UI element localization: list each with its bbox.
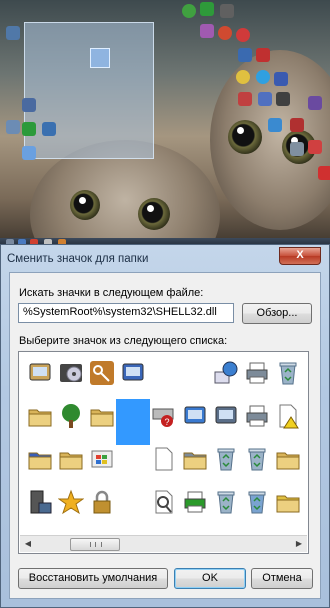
scroll-left-icon[interactable]: ◀ <box>20 536 36 552</box>
printer-icon[interactable] <box>240 356 274 390</box>
desktop-shortcut-icon[interactable] <box>256 48 270 62</box>
star-icon[interactable] <box>54 485 88 519</box>
dialog-client-area: Искать значки в следующем файле: %System… <box>9 272 321 599</box>
selection-handle <box>90 48 110 68</box>
key-icon[interactable] <box>85 356 119 390</box>
desktop-shortcut-icon[interactable] <box>22 98 36 112</box>
folder-arrow-icon[interactable] <box>85 399 119 433</box>
folder-warning-icon[interactable] <box>271 442 305 476</box>
window-list-icon[interactable] <box>23 356 57 390</box>
desktop-shortcut-icon[interactable] <box>258 92 272 106</box>
desktop-shortcut-icon[interactable] <box>238 48 252 62</box>
recycle-bin-full-icon[interactable] <box>209 442 243 476</box>
screen-settings-icon[interactable] <box>178 399 212 433</box>
desktop-shortcut-icon[interactable] <box>290 118 304 132</box>
cat-eye <box>138 198 170 230</box>
recycle-bin-small-icon[interactable] <box>209 485 243 519</box>
printer-add-icon[interactable] <box>178 485 212 519</box>
change-folder-icon-dialog: Сменить значок для папки X Искать значки… <box>0 244 330 608</box>
desktop-shortcut-icon[interactable] <box>308 96 322 110</box>
copy-documents-icon[interactable] <box>147 442 181 476</box>
desktop-shortcut-icon[interactable] <box>200 24 214 38</box>
blank-icon[interactable] <box>178 356 212 390</box>
desktop-shortcut-icon[interactable] <box>236 70 250 84</box>
scroll-right-icon[interactable]: ▶ <box>291 536 307 552</box>
horizontal-scrollbar[interactable]: ◀ ▶ <box>20 535 307 552</box>
dvd-drive-icon[interactable] <box>54 356 88 390</box>
notepad-folder-icon[interactable] <box>271 485 305 519</box>
close-icon: X <box>296 249 304 261</box>
drive-error-icon[interactable]: ? <box>147 399 181 433</box>
desktop-shortcut-icon[interactable] <box>218 26 232 40</box>
printer-folder-icon[interactable] <box>178 442 212 476</box>
desktop-shortcut-icon[interactable] <box>274 72 288 86</box>
cat-eye <box>70 190 100 220</box>
list-label: Выберите значок из следующего списка: <box>19 335 228 347</box>
server-icon[interactable] <box>23 485 57 519</box>
close-button[interactable]: X <box>279 247 321 265</box>
desktop-shortcut-icon[interactable] <box>290 142 304 156</box>
folder-monitor-icon[interactable] <box>54 442 88 476</box>
ok-button[interactable]: OK <box>174 568 246 589</box>
scroll-thumb[interactable] <box>70 538 120 551</box>
desktop-shortcut-icon[interactable] <box>236 28 250 42</box>
blank-icon[interactable] <box>116 485 150 519</box>
recycle-bin-icon[interactable] <box>271 356 305 390</box>
desktop-shortcut-icon[interactable] <box>200 2 214 16</box>
icon-list[interactable]: ? ◀ ▶ <box>18 351 309 554</box>
dialog-title: Сменить значок для папки <box>7 253 149 265</box>
printer-ok-icon[interactable] <box>240 399 274 433</box>
desktop-shortcut-icon[interactable] <box>42 122 56 136</box>
fax-icon[interactable] <box>209 399 243 433</box>
cat-eye <box>228 120 262 154</box>
cancel-button[interactable]: Отмена <box>251 568 313 589</box>
restore-defaults-button[interactable]: Восстановить умолчания <box>18 568 168 589</box>
desktop-shortcut-icon[interactable] <box>268 118 282 132</box>
recycle-bin-empty-icon[interactable] <box>240 442 274 476</box>
browse-button[interactable]: Обзор... <box>242 303 312 324</box>
network-globe-icon[interactable] <box>209 356 243 390</box>
desktop-shortcut-icon[interactable] <box>308 140 322 154</box>
document-warning-icon[interactable] <box>271 399 305 433</box>
desktop-shortcut-icon[interactable] <box>220 4 234 18</box>
desktop-shortcut-icon[interactable] <box>182 4 196 18</box>
blank-icon[interactable] <box>147 356 181 390</box>
desktop-shortcut-icon[interactable] <box>6 120 20 134</box>
folder-drive-icon[interactable] <box>23 399 57 433</box>
windows-update-icon[interactable] <box>85 442 119 476</box>
blank-icon[interactable] <box>116 442 150 476</box>
svg-text:?: ? <box>165 417 170 427</box>
desktop-shortcut-icon[interactable] <box>256 70 270 84</box>
file-label: Искать значки в следующем файле: <box>19 287 204 299</box>
recycle-bin-blue-icon[interactable] <box>240 485 274 519</box>
desktop-shortcut-icon[interactable] <box>238 92 252 106</box>
desktop-shortcut-icon[interactable] <box>22 122 36 136</box>
tree-icon[interactable] <box>54 399 88 433</box>
search-document-icon[interactable] <box>147 485 181 519</box>
padlock-icon[interactable] <box>85 485 119 519</box>
desktop-wallpaper <box>0 0 330 248</box>
font-folder-icon[interactable] <box>23 442 57 476</box>
control-panel-icon[interactable] <box>116 356 150 390</box>
selection-rectangle <box>24 22 154 159</box>
icon-file-field[interactable]: %SystemRoot%\system32\SHELL32.dll <box>18 303 234 323</box>
desktop-computer-icon[interactable] <box>6 26 20 40</box>
desktop-shortcut-icon[interactable] <box>276 92 290 106</box>
selected-blank-icon[interactable] <box>116 399 150 445</box>
desktop-shortcut-icon[interactable] <box>22 146 36 160</box>
desktop-shortcut-icon[interactable] <box>318 166 330 180</box>
